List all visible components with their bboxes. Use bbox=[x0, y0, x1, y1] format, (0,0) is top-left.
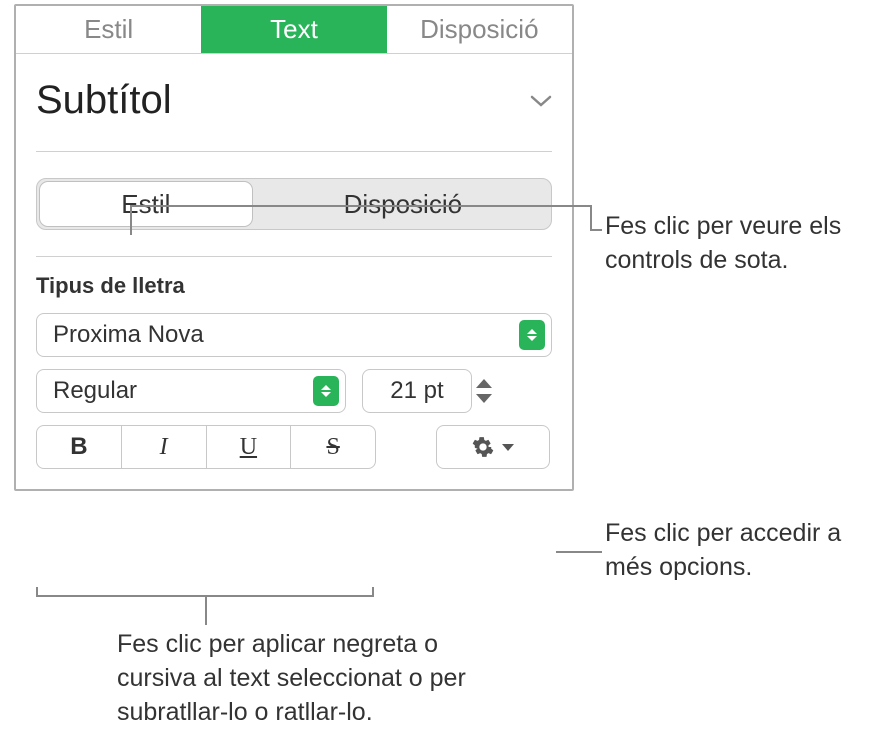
callout-subtabs: Fes clic per veure els controls de sota. bbox=[605, 210, 885, 278]
chevron-down-icon bbox=[530, 94, 552, 108]
callout-leader bbox=[590, 205, 592, 231]
font-family-popup[interactable]: Proxima Nova bbox=[36, 313, 552, 357]
gear-icon bbox=[472, 436, 494, 458]
underline-button[interactable]: U bbox=[207, 426, 292, 468]
font-weight-popup[interactable]: Regular bbox=[36, 369, 346, 413]
paragraph-style-name: Subtítol bbox=[36, 78, 172, 123]
popup-arrows-icon bbox=[519, 320, 545, 350]
callout-style-buttons: Fes clic per aplicar negreta o cursiva a… bbox=[117, 628, 497, 729]
chevron-down-icon bbox=[502, 444, 514, 451]
font-family-value: Proxima Nova bbox=[53, 321, 204, 349]
subtab-style[interactable]: Estil bbox=[39, 181, 253, 227]
callout-leader bbox=[205, 595, 207, 625]
strikethrough-button[interactable]: S bbox=[291, 426, 375, 468]
paragraph-style-popup[interactable]: Subtítol bbox=[16, 54, 572, 151]
text-style-group: B I U S bbox=[36, 425, 376, 469]
format-inspector-panel: Estil Text Disposició Subtítol Estil Dis… bbox=[14, 4, 574, 491]
callout-leader bbox=[556, 551, 602, 553]
font-weight-value: Regular bbox=[53, 377, 137, 405]
callout-leader bbox=[130, 205, 590, 207]
inspector-tabs: Estil Text Disposició bbox=[16, 6, 572, 54]
popup-arrows-icon bbox=[313, 376, 339, 406]
subtab-layout[interactable]: Disposició bbox=[255, 179, 551, 229]
callout-leader bbox=[130, 205, 132, 235]
callout-more-options: Fes clic per accedir a més opcions. bbox=[605, 517, 885, 585]
tab-style[interactable]: Estil bbox=[16, 6, 201, 53]
font-size-field[interactable]: 21 pt bbox=[362, 369, 472, 413]
font-size-value: 21 pt bbox=[390, 377, 443, 405]
bold-button[interactable]: B bbox=[37, 426, 122, 468]
font-section-label: Tipus de lletra bbox=[36, 273, 552, 299]
font-size-group: 21 pt bbox=[362, 369, 500, 413]
advanced-options-button[interactable] bbox=[436, 425, 550, 469]
divider bbox=[36, 151, 552, 152]
stepper-down-button[interactable] bbox=[476, 394, 492, 403]
text-subtab-control: Estil Disposició bbox=[36, 178, 552, 230]
italic-button[interactable]: I bbox=[122, 426, 207, 468]
stepper-up-button[interactable] bbox=[476, 379, 492, 388]
tab-layout[interactable]: Disposició bbox=[387, 6, 572, 53]
tab-text[interactable]: Text bbox=[201, 6, 386, 53]
font-size-stepper bbox=[476, 369, 500, 413]
font-section: Tipus de lletra Proxima Nova Regular 21 … bbox=[16, 257, 572, 489]
